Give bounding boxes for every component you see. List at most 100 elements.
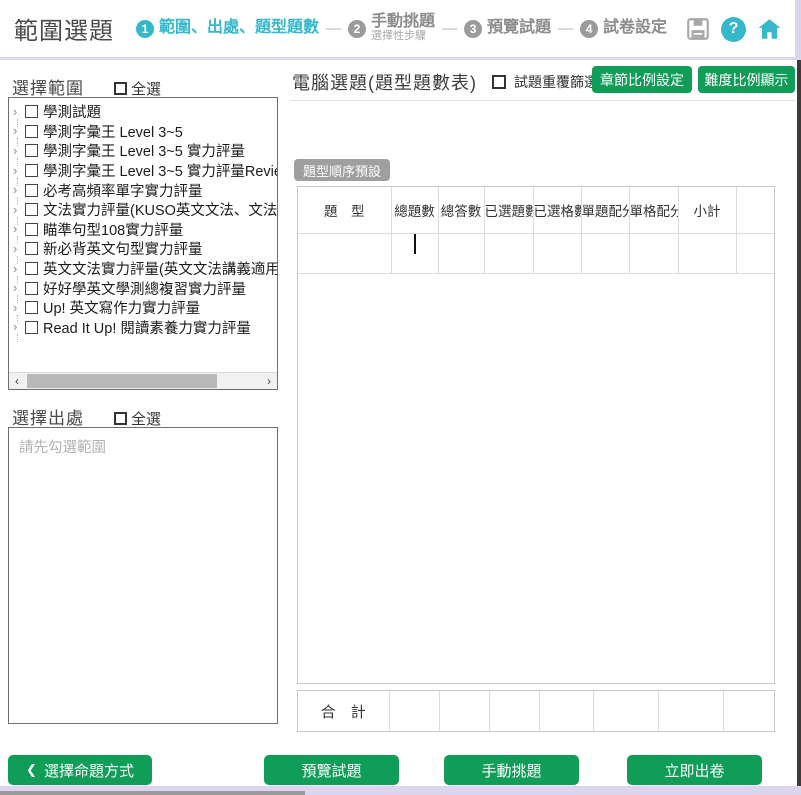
cell-selected-blanks[interactable] (533, 233, 581, 273)
question-type-table: 題 型 總題數 總答數 已選題數 已選格數 單題配分 單格配分 小計 (298, 187, 774, 274)
window-scrollbar-edge[interactable] (797, 60, 801, 786)
scrollbar-track[interactable] (25, 373, 261, 389)
step-3-preview[interactable]: 3 預覽試題 (464, 20, 551, 38)
col-question-type: 題 型 (298, 187, 391, 233)
expand-icon[interactable]: › (13, 283, 25, 293)
step-2-circle: 2 (348, 20, 366, 38)
tree-item[interactable]: › 學測字彙王 Level 3~5 實力評量Review (9, 161, 277, 181)
cell-points-per-blank[interactable] (629, 233, 678, 273)
source-select-all[interactable]: 全選 (114, 408, 161, 429)
tree-item[interactable]: › 文法實力評量(KUSO英文文法、文法開麥拉 (9, 200, 277, 220)
expand-icon[interactable]: › (13, 107, 25, 117)
tree-item-label: 學測字彙王 Level 3~5 (43, 121, 183, 142)
expand-icon[interactable]: › (13, 224, 25, 234)
range-select-all[interactable]: 全選 (114, 78, 161, 99)
tree-item-checkbox[interactable] (25, 301, 38, 314)
tree-item[interactable]: › 學測試題 (9, 102, 277, 122)
source-select-all-label: 全選 (131, 408, 161, 429)
step-3-label: 預覽試題 (487, 20, 551, 37)
chapter-ratio-button[interactable]: 章節比例設定 (592, 66, 692, 93)
tree-item[interactable]: › 瞄準句型108實力評量 (9, 220, 277, 240)
tree-item-label: 瞄準句型108實力評量 (43, 219, 183, 240)
step-1-range[interactable]: 1 範圍、出處、題型題數 (136, 20, 319, 38)
expand-icon[interactable]: › (13, 264, 25, 274)
question-order-badge[interactable]: 題型順序預設 (294, 159, 390, 181)
tree-item-label: 新必背英文句型實力評量 (43, 238, 203, 259)
generate-paper-button[interactable]: 立即出卷 (627, 755, 762, 785)
page-title: 範圍選題 (14, 11, 114, 46)
home-icon[interactable] (756, 16, 783, 42)
source-select-all-checkbox[interactable] (114, 412, 127, 425)
app-window: 範圍選題 1 範圍、出處、題型題數 — 2 手動挑題 選擇性步驟 — 3 預覽試… (0, 0, 801, 795)
col-total-questions: 總題數 (391, 187, 438, 233)
difficulty-ratio-button[interactable]: 難度比例顯示 (698, 66, 795, 93)
tree-item-checkbox[interactable] (25, 282, 38, 295)
cell-total-answers[interactable] (438, 233, 484, 273)
tree-item-label: 學測字彙王 Level 3~5 實力評量 (43, 140, 245, 161)
range-select-all-checkbox[interactable] (114, 82, 127, 95)
expand-icon[interactable]: › (13, 205, 25, 215)
duplicate-filter[interactable]: 試題重覆篩選 (492, 72, 598, 92)
cell-question-type[interactable] (298, 233, 391, 273)
tree-item-checkbox[interactable] (25, 223, 38, 236)
tree-item-checkbox[interactable] (25, 203, 38, 216)
tree-item-checkbox[interactable] (25, 321, 38, 334)
table-header-row: 題 型 總題數 總答數 已選題數 已選格數 單題配分 單格配分 小計 (298, 187, 774, 233)
expand-icon[interactable]: › (13, 303, 25, 313)
save-icon[interactable] (685, 16, 711, 42)
right-panel-divider (290, 100, 795, 101)
tree-item[interactable]: › Read It Up! 閱讀素養力實力評量 (9, 318, 277, 338)
step-4-paper-settings[interactable]: 4 試卷設定 (580, 20, 667, 38)
col-selected-questions: 已選題數 (484, 187, 533, 233)
tree-item-label: 必考高頻率單字實力評量 (43, 180, 203, 201)
scrollbar-thumb[interactable] (27, 374, 217, 388)
cell-points-per-question[interactable] (581, 233, 629, 273)
tree-item-label: 文法實力評量(KUSO英文文法、文法開麥拉 (43, 199, 277, 220)
tree-item[interactable]: › 學測字彙王 Level 3~5 (9, 122, 277, 142)
col-points-per-question: 單題配分 (581, 187, 629, 233)
total-row: 合 計 (298, 691, 774, 731)
tree-item[interactable]: › 好好學英文學測總複習實力評量 (9, 278, 277, 298)
col-selected-blanks: 已選格數 (533, 187, 581, 233)
tree-item-checkbox[interactable] (25, 164, 38, 177)
tree-item-checkbox[interactable] (25, 242, 38, 255)
cell-selected-questions[interactable] (484, 233, 533, 273)
step-2-manual-pick[interactable]: 2 手動挑題 選擇性步驟 (348, 14, 435, 42)
scroll-right-icon[interactable]: › (261, 374, 277, 389)
preview-questions-button[interactable]: 預覽試題 (264, 755, 399, 785)
expand-icon[interactable]: › (13, 166, 25, 176)
source-section-title: 選擇出處 (12, 404, 84, 429)
source-list-box: 請先勾選範圍 (8, 427, 278, 724)
tree-item-checkbox[interactable] (25, 105, 38, 118)
tree-item[interactable]: › 新必背英文句型實力評量 (9, 239, 277, 259)
expand-icon[interactable]: › (13, 146, 25, 156)
tree-item-checkbox[interactable] (25, 262, 38, 275)
help-icon[interactable]: ? (721, 17, 746, 42)
expand-icon[interactable]: › (13, 126, 25, 136)
tree-item[interactable]: › 英文文法實力評量(英文文法講義適用) (9, 259, 277, 279)
range-tree-list: › 學測試題 › 學測字彙王 Level 3~5 › 學測字彙王 Level 3… (9, 98, 277, 372)
cell-subtotal[interactable] (678, 233, 736, 273)
tree-item-checkbox[interactable] (25, 184, 38, 197)
expand-icon[interactable]: › (13, 185, 25, 195)
computer-pick-title: 電腦選題(題型題數表) (292, 69, 477, 95)
tree-item[interactable]: › 必考高頻率單字實力評量 (9, 180, 277, 200)
manual-pick-button[interactable]: 手動挑題 (444, 755, 579, 785)
tree-item[interactable]: › 學測字彙王 Level 3~5 實力評量 (9, 141, 277, 161)
tree-item-checkbox[interactable] (25, 144, 38, 157)
tree-item[interactable]: › Up! 英文寫作力實力評量 (9, 298, 277, 318)
expand-icon[interactable]: › (13, 244, 25, 254)
horizontal-scrollbar[interactable]: ‹ › (9, 372, 277, 389)
tree-item-label: Read It Up! 閱讀素養力實力評量 (43, 317, 251, 338)
back-to-method-button[interactable]: ❮ 選擇命題方式 (8, 755, 152, 785)
scroll-left-icon[interactable]: ‹ (9, 374, 25, 389)
expand-icon[interactable]: › (13, 322, 25, 332)
col-total-answers: 總答數 (438, 187, 484, 233)
tree-item-label: Up! 英文寫作力實力評量 (43, 297, 200, 318)
tree-item-label: 英文文法實力評量(英文文法講義適用) (43, 258, 277, 279)
tree-item-checkbox[interactable] (25, 125, 38, 138)
window-edge-bottom-gray (0, 791, 305, 795)
step-2-label: 手動挑題 (371, 14, 435, 31)
duplicate-filter-checkbox[interactable] (492, 75, 506, 89)
text-cursor (414, 234, 416, 254)
